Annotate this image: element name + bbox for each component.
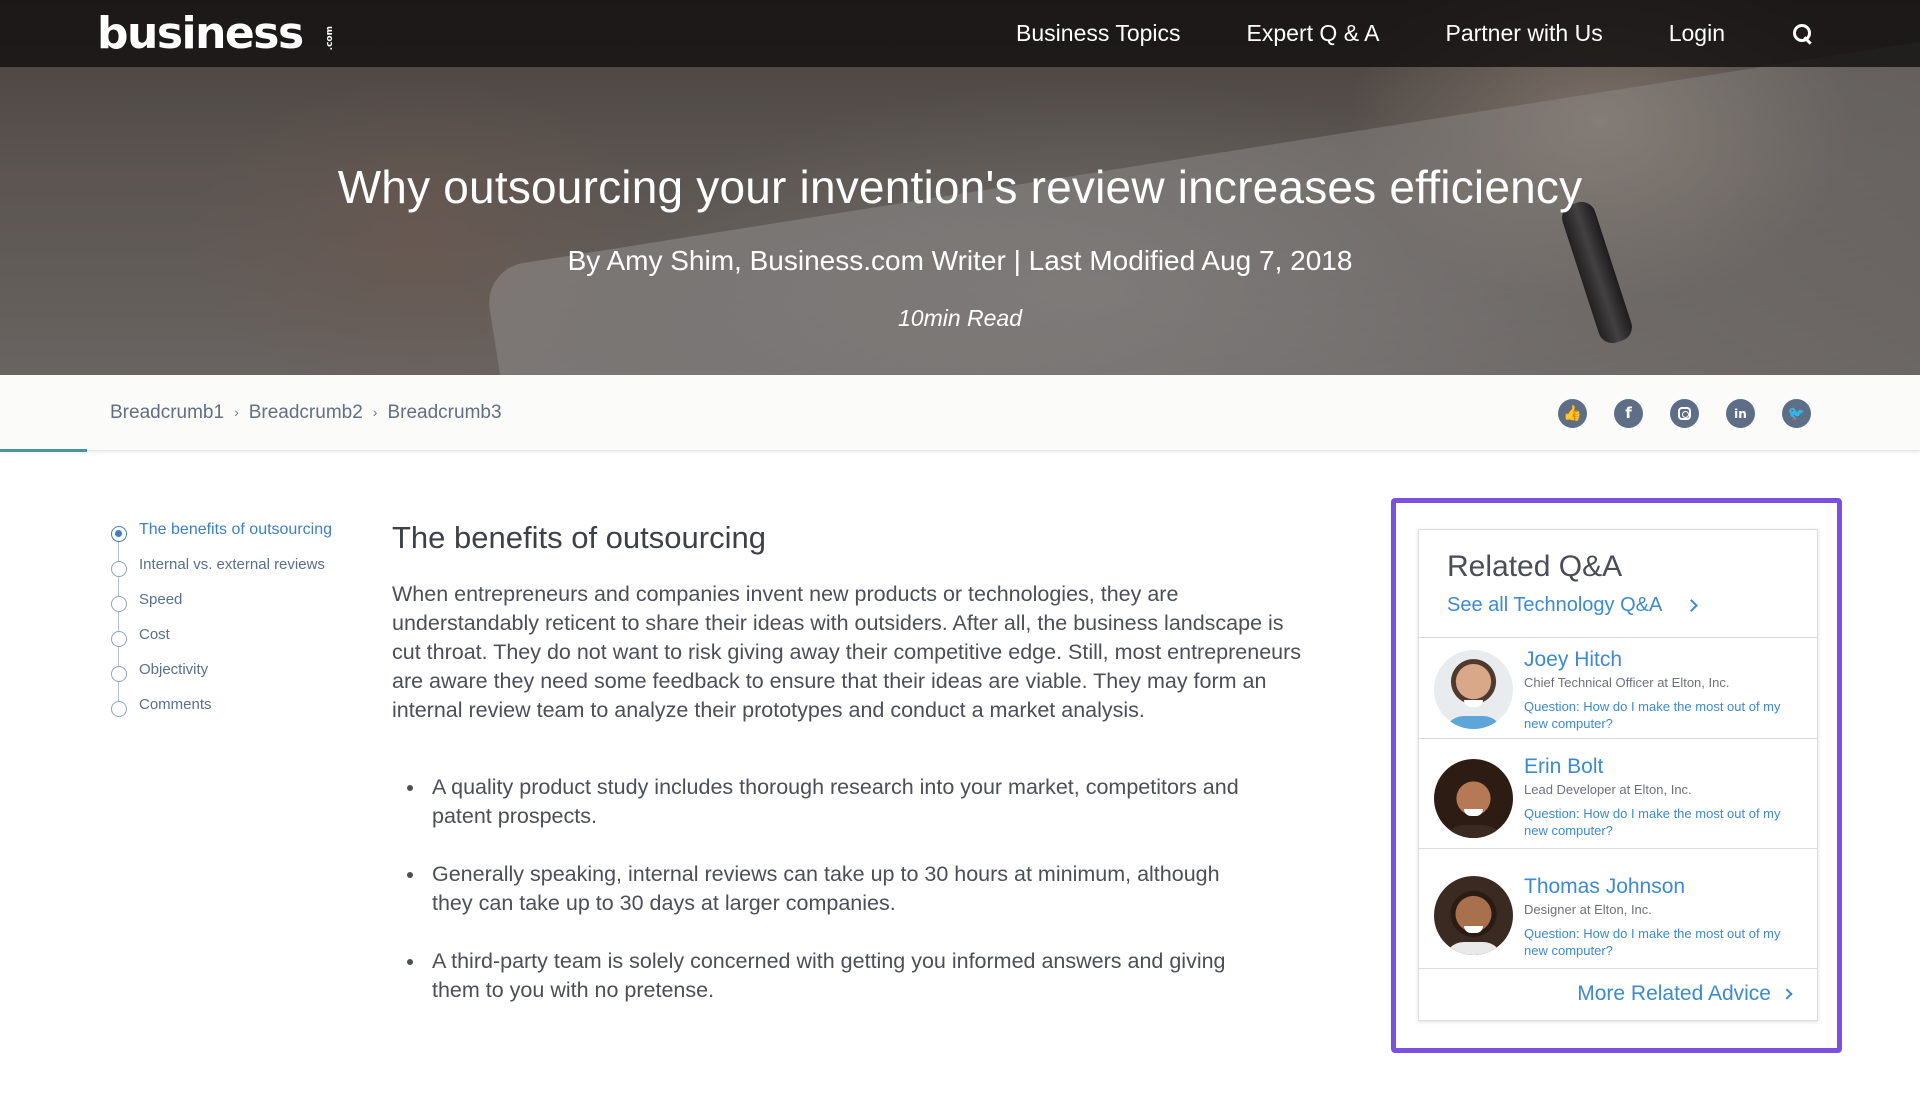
article-body: The benefits of outsourcing When entrepr… bbox=[392, 520, 1302, 1034]
expert-role: Designer at Elton, Inc. bbox=[1524, 902, 1652, 917]
expert-question-link[interactable]: Question: How do I make the most out of … bbox=[1524, 925, 1817, 959]
related-qa-title: Related Q&A bbox=[1447, 550, 1623, 583]
nav-links: Business Topics Expert Q & A Partner wit… bbox=[1016, 0, 1815, 67]
expert-item-thomas-johnson[interactable]: Thomas Johnson Designer at Elton, Inc. Q… bbox=[1419, 849, 1817, 969]
nav-partner-with-us[interactable]: Partner with Us bbox=[1446, 20, 1603, 47]
breadcrumb-item-2[interactable]: Breadcrumb2 bbox=[249, 402, 363, 424]
breadcrumb: Breadcrumb1 › Breadcrumb2 › Breadcrumb3 bbox=[110, 375, 502, 451]
social-share-icons: 👍 f in 🐦 bbox=[1558, 399, 1811, 428]
top-navigation: business .com Business Topics Expert Q &… bbox=[0, 0, 1920, 67]
logo-suffix: .com bbox=[324, 26, 335, 51]
chevron-right-icon: › bbox=[372, 404, 378, 420]
toc-item-label: The benefits of outsourcing bbox=[139, 521, 333, 538]
toc-item-label: Internal vs. external reviews bbox=[139, 556, 325, 573]
chevron-right-icon bbox=[1781, 988, 1793, 1000]
nav-login[interactable]: Login bbox=[1669, 20, 1725, 47]
toc-item-label: Speed bbox=[139, 591, 183, 608]
avatar bbox=[1434, 650, 1513, 729]
expert-role: Lead Developer at Elton, Inc. bbox=[1524, 782, 1692, 797]
read-time: 10min Read bbox=[897, 305, 1023, 331]
logo-text: business bbox=[97, 8, 304, 59]
breadcrumb-item-1[interactable]: Breadcrumb1 bbox=[110, 402, 224, 424]
toc-item-benefits[interactable]: The benefits of outsourcing bbox=[110, 521, 370, 556]
toc-item-objectivity[interactable]: Objectivity bbox=[110, 661, 370, 696]
expert-item-erin-bolt[interactable]: Erin Bolt Lead Developer at Elton, Inc. … bbox=[1419, 739, 1817, 849]
toc-item-comments[interactable]: Comments bbox=[110, 696, 370, 731]
nav-expert-qa[interactable]: Expert Q & A bbox=[1247, 20, 1380, 47]
linkedin-icon[interactable]: in bbox=[1726, 399, 1755, 428]
related-qa-card: Related Q&A See all Technology Q&A Joey … bbox=[1418, 529, 1818, 1021]
expert-item-joey-hitch[interactable]: Joey Hitch Chief Technical Officer at El… bbox=[1419, 638, 1817, 739]
toc-item-label: Comments bbox=[139, 696, 212, 713]
toc-item-label: Objectivity bbox=[139, 661, 209, 678]
more-related-advice-link[interactable]: More Related Advice bbox=[1419, 969, 1817, 1019]
facebook-icon[interactable]: f bbox=[1614, 399, 1643, 428]
expert-role: Chief Technical Officer at Elton, Inc. bbox=[1524, 675, 1730, 690]
more-related-advice-label: More Related Advice bbox=[1577, 982, 1771, 1005]
toc-item-internal-external[interactable]: Internal vs. external reviews bbox=[110, 556, 370, 591]
instagram-icon[interactable] bbox=[1670, 399, 1699, 428]
list-item: A third-party team is solely concerned w… bbox=[407, 947, 1302, 1005]
expert-question-link[interactable]: Question: How do I make the most out of … bbox=[1524, 805, 1817, 839]
article-byline: By Amy Shim, Business.com Writer | Last … bbox=[567, 245, 1353, 276]
avatar bbox=[1434, 759, 1513, 838]
bullet-list: A quality product study includes thoroug… bbox=[392, 773, 1302, 1005]
chevron-right-icon: › bbox=[234, 404, 239, 420]
section-heading: The benefits of outsourcing bbox=[392, 520, 766, 555]
toc-dot-icon bbox=[111, 561, 127, 577]
expert-name[interactable]: Joey Hitch bbox=[1524, 648, 1817, 672]
toc-dot-icon bbox=[111, 666, 127, 682]
search-icon[interactable] bbox=[1791, 22, 1815, 46]
expert-question-link[interactable]: Question: How do I make the most out of … bbox=[1524, 698, 1817, 732]
see-all-label: See all Technology Q&A bbox=[1447, 594, 1663, 616]
see-all-qa-link[interactable]: See all Technology Q&A bbox=[1447, 594, 1789, 617]
toc-item-label: Cost bbox=[139, 626, 170, 643]
site-logo[interactable]: business .com bbox=[97, 10, 354, 58]
table-of-contents: The benefits of outsourcing Internal vs.… bbox=[110, 521, 370, 731]
breadcrumb-item-3[interactable]: Breadcrumb3 bbox=[387, 402, 501, 424]
chevron-right-icon bbox=[1685, 599, 1699, 612]
thumbs-up-icon[interactable]: 👍 bbox=[1558, 399, 1587, 428]
toc-dot-icon bbox=[111, 701, 127, 717]
list-item: A quality product study includes thoroug… bbox=[407, 773, 1302, 831]
expert-name[interactable]: Thomas Johnson bbox=[1524, 875, 1817, 899]
article-paragraph: When entrepreneurs and companies invent … bbox=[392, 582, 1302, 722]
toc-dot-icon bbox=[111, 526, 127, 542]
toc-dot-icon bbox=[111, 631, 127, 647]
toc-item-speed[interactable]: Speed bbox=[110, 591, 370, 626]
reading-progress-bar bbox=[0, 449, 87, 452]
related-qa-header: Related Q&A See all Technology Q&A bbox=[1419, 530, 1817, 638]
expert-name[interactable]: Erin Bolt bbox=[1524, 755, 1817, 779]
toc-item-cost[interactable]: Cost bbox=[110, 626, 370, 661]
twitter-icon[interactable]: 🐦 bbox=[1782, 399, 1811, 428]
article-title: Why outsourcing your invention's review … bbox=[337, 161, 1583, 213]
breadcrumb-bar: Breadcrumb1 › Breadcrumb2 › Breadcrumb3 … bbox=[0, 375, 1920, 452]
list-item: Generally speaking, internal reviews can… bbox=[407, 860, 1302, 918]
avatar bbox=[1434, 876, 1513, 955]
nav-business-topics[interactable]: Business Topics bbox=[1016, 20, 1181, 47]
toc-dot-icon bbox=[111, 596, 127, 612]
